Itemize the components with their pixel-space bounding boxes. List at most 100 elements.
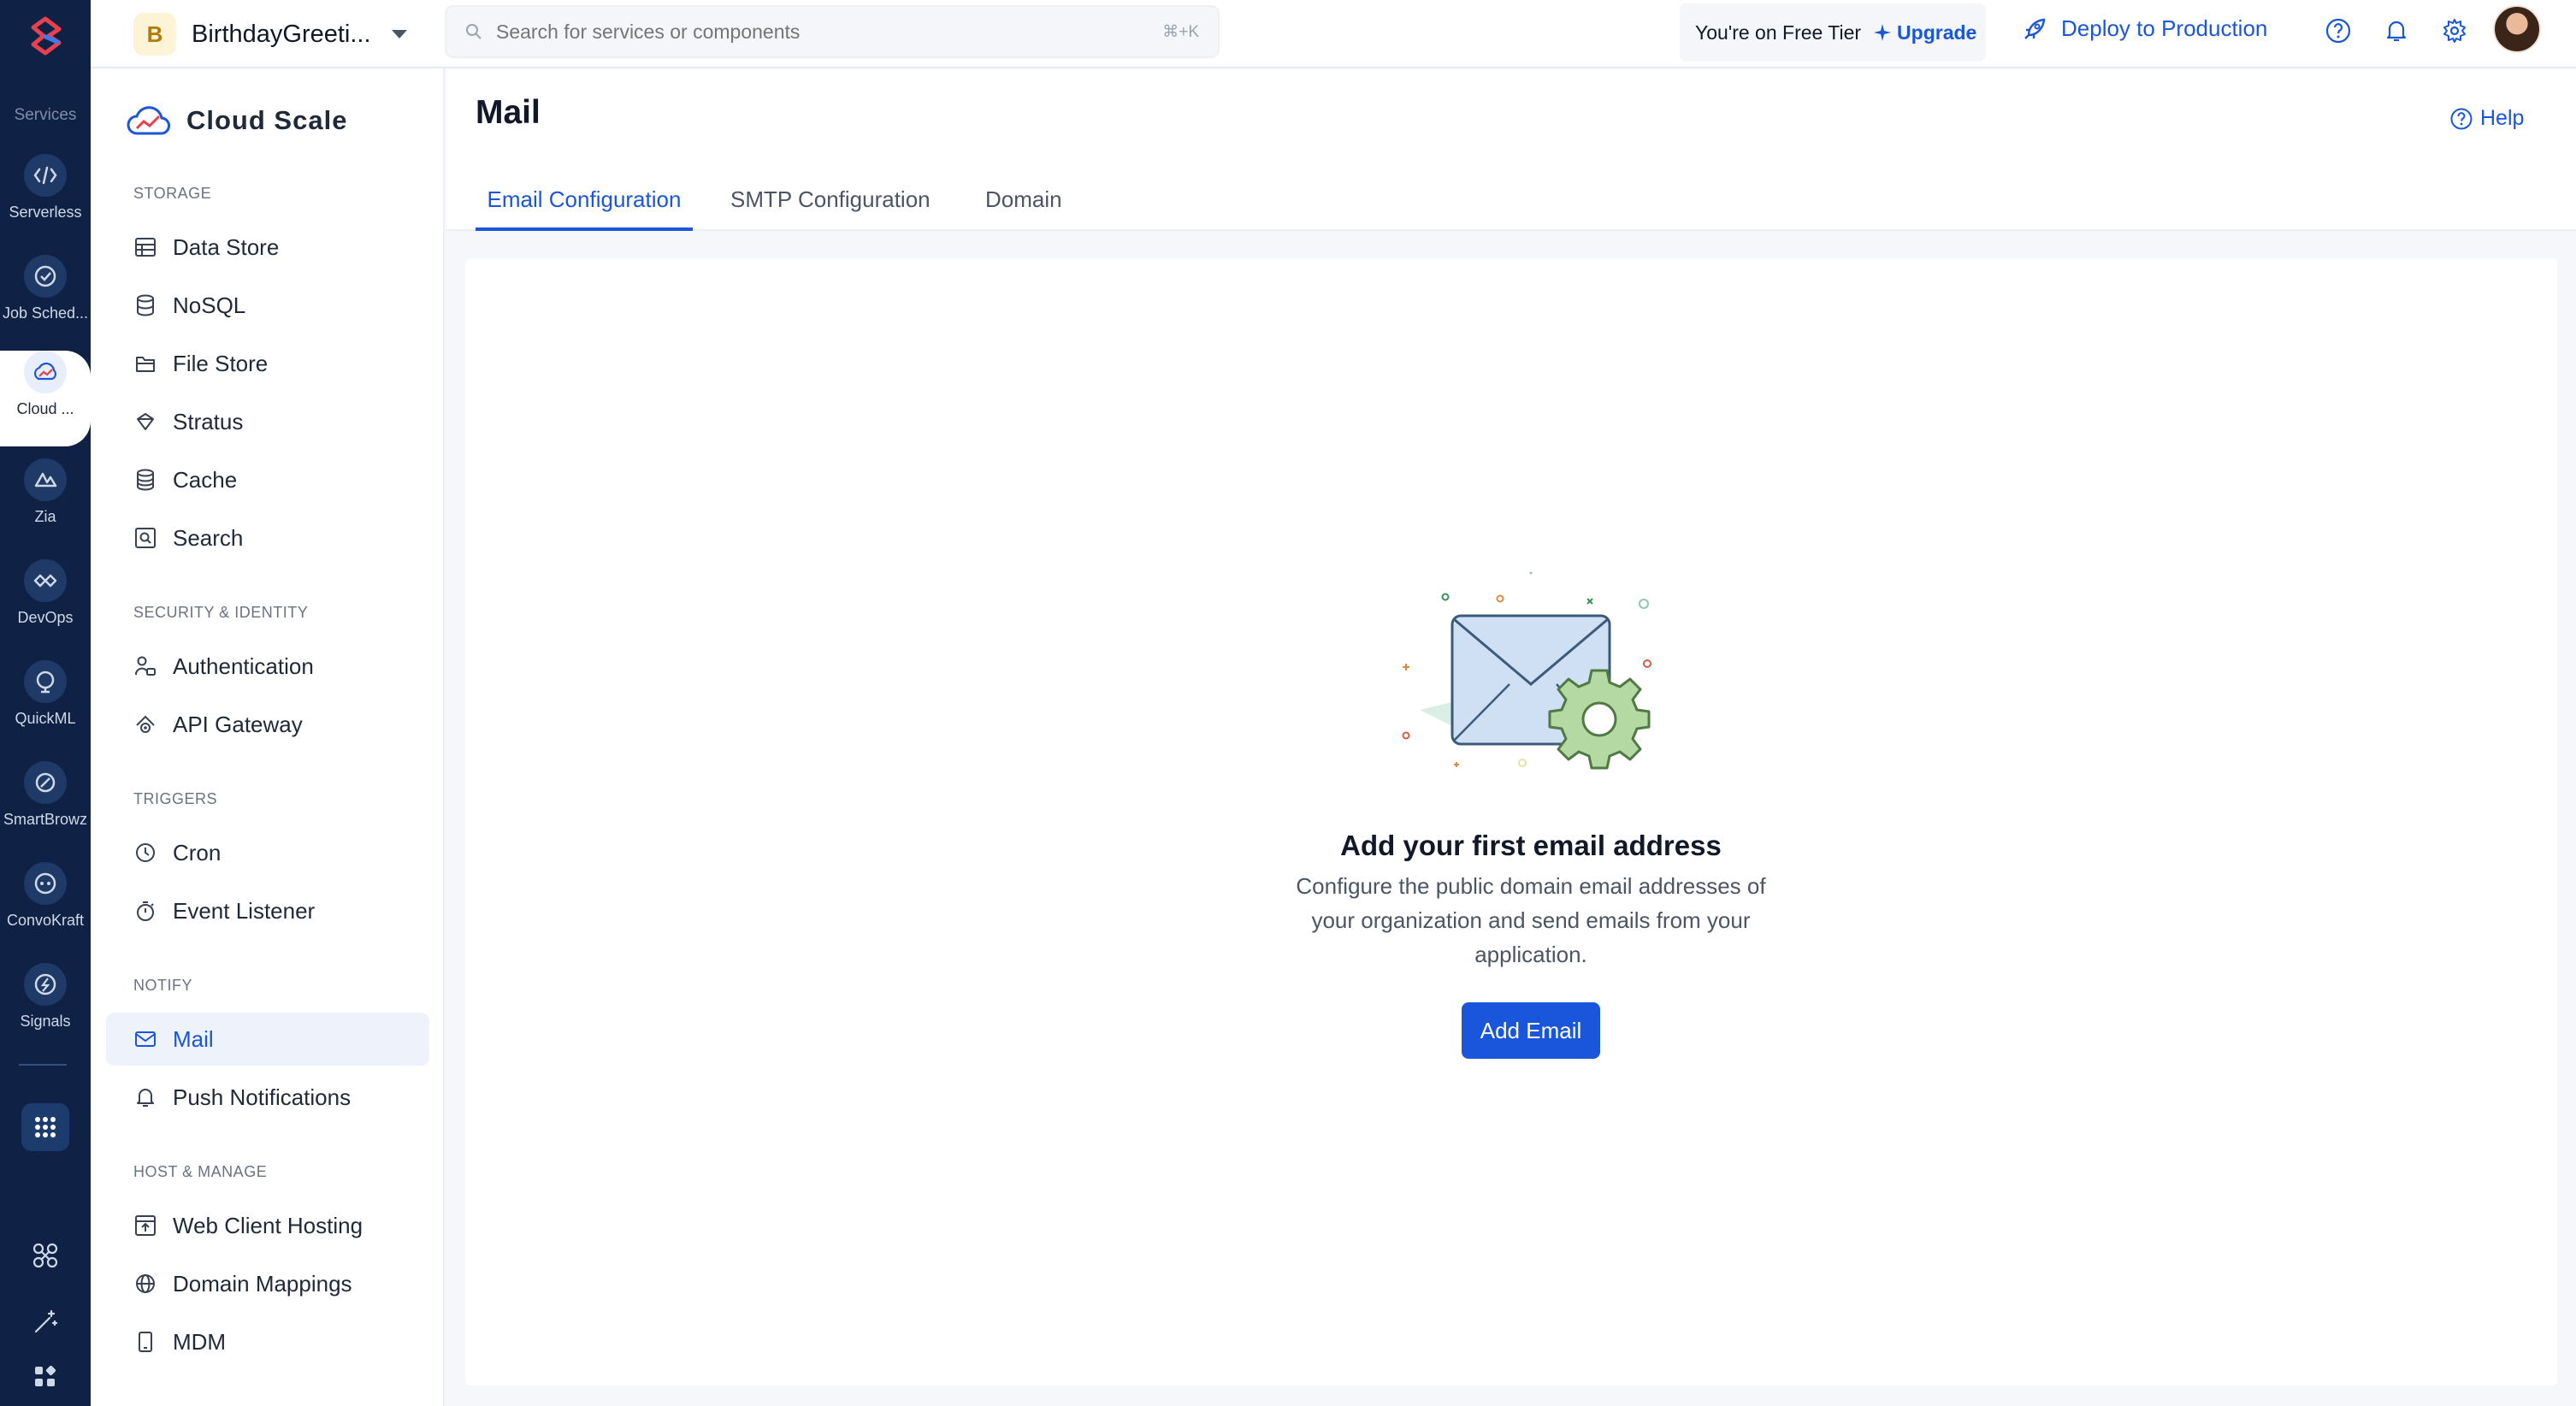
- integrations-icon[interactable]: [28, 1238, 62, 1273]
- rail-item-label: Zia: [34, 508, 56, 525]
- rail-item-convokraft[interactable]: ConvoKraft: [0, 862, 91, 958]
- sidebar-item-mail[interactable]: Mail: [106, 1013, 429, 1066]
- service-rail: Services Serverless Job Sched... Cloud .…: [0, 0, 91, 1406]
- rail-item-devops[interactable]: DevOps: [0, 559, 91, 655]
- search-icon: [465, 23, 482, 40]
- sidebar-item-label: API Gateway: [173, 711, 303, 737]
- stopwatch-icon: [133, 899, 157, 923]
- tab-smtp-configuration[interactable]: SMTP Configuration: [730, 186, 931, 231]
- help-link[interactable]: Help: [2449, 106, 2524, 131]
- rail-item-job-scheduling[interactable]: Job Sched...: [0, 255, 91, 351]
- magic-wand-icon[interactable]: [28, 1305, 62, 1339]
- sidebar-item-label: Domain Mappings: [173, 1270, 352, 1297]
- sidebar-item-label: Web Client Hosting: [173, 1212, 363, 1238]
- help-label: Help: [2480, 106, 2525, 130]
- project-avatar: B: [133, 13, 176, 56]
- sidebar-item-authentication[interactable]: Authentication: [106, 640, 429, 693]
- user-avatar[interactable]: [2493, 5, 2541, 53]
- sidebar-item-label: Cron: [173, 839, 222, 865]
- sidebar-item-cron[interactable]: Cron: [106, 826, 429, 879]
- mail-icon: [133, 1027, 157, 1051]
- catalyst-logo-icon[interactable]: [21, 12, 69, 60]
- stratus-bucket-icon: [133, 410, 157, 434]
- sparkle-icon: [1874, 24, 1892, 41]
- page-header: Mail Help Email Configuration SMTP Confi…: [446, 68, 2576, 231]
- folder-icon: [133, 352, 157, 375]
- sidebar-item-web-client-hosting[interactable]: Web Client Hosting: [106, 1199, 429, 1252]
- sidebar-item-label: Push Notifications: [173, 1084, 352, 1110]
- category-notify: NOTIFY: [133, 977, 192, 994]
- rail-item-label: DevOps: [17, 609, 74, 626]
- rail-item-signals[interactable]: Signals: [0, 963, 91, 1059]
- bell-icon: [133, 1085, 157, 1109]
- project-name: BirthdayGreeti...: [192, 20, 371, 48]
- all-services-grid-icon[interactable]: [21, 1103, 69, 1151]
- signals-icon: [24, 963, 67, 1006]
- tier-text: You're on Free Tier: [1695, 21, 1862, 44]
- sidebar-item-data-store[interactable]: Data Store: [106, 221, 429, 274]
- project-switcher[interactable]: B BirthdayGreeti...: [133, 12, 407, 56]
- mobile-device-icon: [133, 1330, 157, 1354]
- search-box-icon: [133, 526, 157, 550]
- rail-item-cloud-scale[interactable]: Cloud ...: [0, 351, 91, 446]
- sidebar-item-push-notifications[interactable]: Push Notifications: [106, 1071, 429, 1124]
- sidebar-item-label: Cache: [173, 466, 238, 493]
- cloud-scale-logo-icon: [127, 106, 170, 135]
- settings-gear-icon[interactable]: [2439, 15, 2470, 46]
- deploy-to-production-button[interactable]: Deploy to Production: [2022, 15, 2267, 42]
- sidebar-item-event-listener[interactable]: Event Listener: [106, 884, 429, 937]
- clock-icon: [133, 841, 157, 865]
- rail-item-label: Cloud ...: [16, 400, 74, 417]
- rail-item-quickml[interactable]: QuickML: [0, 660, 91, 756]
- sidebar-item-search[interactable]: Search: [106, 511, 429, 564]
- page-title: Mail: [476, 94, 541, 131]
- rail-item-label: Job Sched...: [2, 304, 89, 322]
- sidebar-item-api-gateway[interactable]: API Gateway: [106, 698, 429, 751]
- table-icon: [133, 235, 157, 259]
- upgrade-label: Upgrade: [1897, 21, 1977, 44]
- category-storage: STORAGE: [133, 185, 212, 202]
- search-shortcut: ⌘+K: [1162, 22, 1199, 41]
- rail-item-label: Serverless: [9, 204, 82, 221]
- rail-item-serverless[interactable]: Serverless: [0, 154, 91, 250]
- chevron-down-icon: [391, 30, 407, 38]
- sidebar-item-label: MDM: [173, 1328, 227, 1355]
- sidebar-item-nosql[interactable]: NoSQL: [106, 279, 429, 332]
- serverless-icon: [24, 154, 67, 197]
- globe-icon: [133, 1272, 157, 1296]
- notifications-bell-icon[interactable]: [2381, 15, 2412, 46]
- cache-icon: [133, 468, 157, 492]
- add-email-button[interactable]: Add Email: [1462, 1002, 1600, 1059]
- sidebar-item-label: Authentication: [173, 653, 314, 679]
- rail-item-smartbrowz[interactable]: SmartBrowz: [0, 761, 91, 857]
- sidebar-item-label: NoSQL: [173, 292, 246, 318]
- global-search[interactable]: ⌘+K: [445, 5, 1220, 58]
- tab-domain[interactable]: Domain: [985, 186, 1062, 231]
- help-circle-icon[interactable]: [2323, 15, 2354, 46]
- sidebar-item-domain-mappings[interactable]: Domain Mappings: [106, 1257, 429, 1310]
- tier-banner: You're on Free Tier Upgrade: [1680, 3, 1986, 62]
- sidebar-title: Cloud Scale: [186, 105, 348, 135]
- rail-divider: [19, 1064, 67, 1066]
- sidebar-item-label: Mail: [173, 1025, 214, 1052]
- convokraft-icon: [24, 862, 67, 905]
- sidebar-item-label: Event Listener: [173, 897, 316, 924]
- category-host-manage: HOST & MANAGE: [133, 1163, 268, 1180]
- sidebar-item-stratus[interactable]: Stratus: [106, 395, 429, 448]
- tab-email-configuration[interactable]: Email Configuration: [476, 186, 693, 231]
- envelope-gear-illustration-icon: [1385, 564, 1676, 804]
- quickml-icon: [24, 660, 67, 703]
- search-input[interactable]: [496, 20, 1163, 44]
- widgets-icon[interactable]: [28, 1360, 62, 1394]
- upgrade-link[interactable]: Upgrade: [1873, 21, 1976, 44]
- sidebar: Cloud Scale STORAGE Data Store NoSQL Fil…: [91, 68, 445, 1406]
- sidebar-item-mdm[interactable]: MDM: [106, 1315, 429, 1368]
- user-key-icon: [133, 654, 157, 678]
- rail-item-label: Signals: [20, 1013, 71, 1030]
- rail-item-zia[interactable]: Zia: [0, 458, 91, 554]
- sidebar-item-label: Data Store: [173, 233, 280, 260]
- sidebar-item-label: File Store: [173, 350, 269, 376]
- sidebar-item-file-store[interactable]: File Store: [106, 337, 429, 390]
- sidebar-item-cache[interactable]: Cache: [106, 453, 429, 506]
- category-triggers: TRIGGERS: [133, 790, 218, 807]
